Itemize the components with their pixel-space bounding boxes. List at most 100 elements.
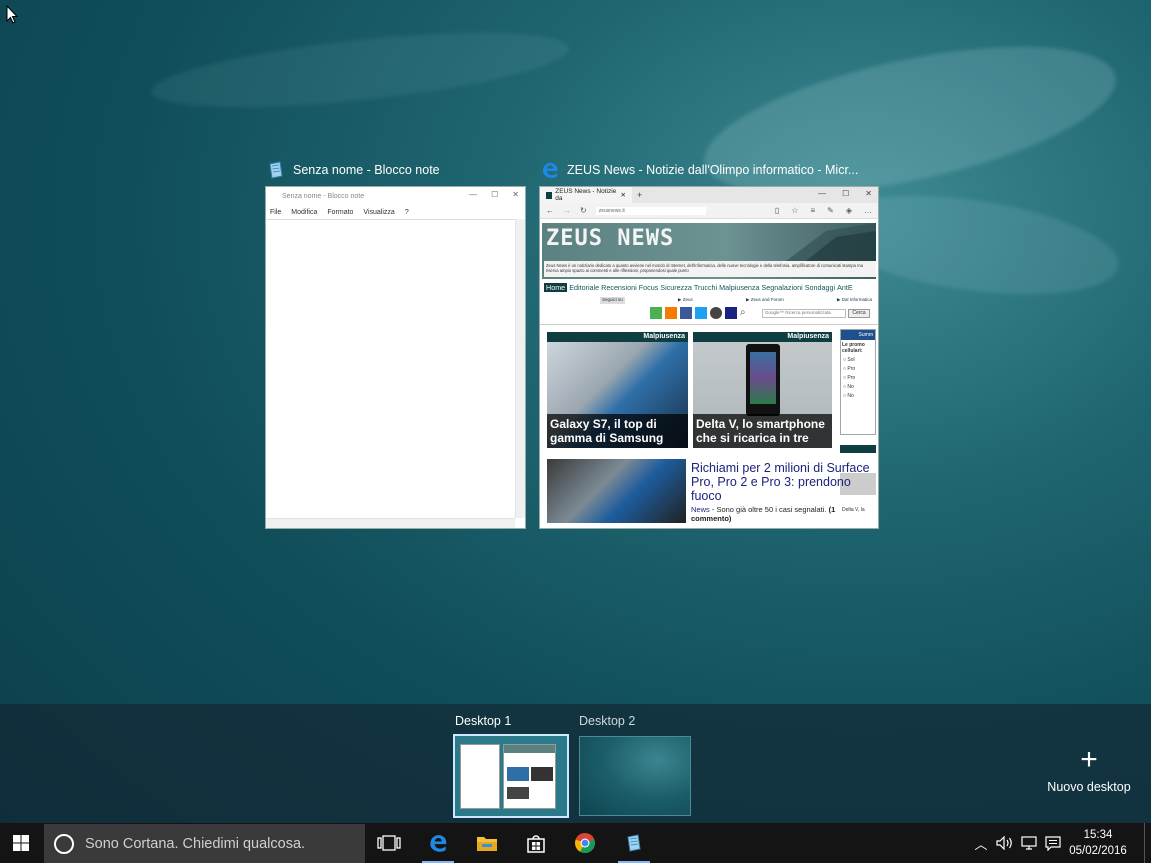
nav-item: Recensioni [601, 282, 637, 292]
wallpaper-wave [148, 18, 572, 122]
notepad-menubar: File Modifica Formato Visualizza ? [266, 205, 525, 219]
banner-column-image [786, 223, 876, 261]
cortana-icon [54, 833, 74, 854]
taskbar-edge[interactable] [414, 823, 462, 863]
poll-option: ○ No [843, 384, 854, 390]
maximize-icon: ☐ [491, 190, 499, 199]
volume-icon [996, 836, 1012, 850]
email-icon [650, 307, 662, 319]
start-button[interactable] [0, 823, 42, 863]
subnav-item: ▶ Zeus and Forum [746, 297, 784, 302]
search-icon: ⌕ [740, 307, 746, 318]
notepad-titlebar: Senza nome - Blocco note — ☐ ✕ [266, 187, 525, 205]
chat-icon [710, 307, 722, 319]
window-thumbnail-edge[interactable]: ZEUS News - Notizie da ✕ + — ☐ ✕ ← → ↻ z… [539, 186, 879, 529]
share-icon: ◈ [845, 206, 852, 215]
window-title-text: ZEUS News - Notizie dall'Olimpo informat… [567, 163, 859, 177]
desktop-2-thumbnail[interactable] [579, 736, 691, 816]
new-desktop-button[interactable]: + Nuovo desktop [1040, 743, 1138, 795]
twitter-icon [695, 307, 707, 319]
nav-item: AntE [837, 282, 853, 292]
window-title-notepad[interactable]: Senza nome - Blocco note [266, 160, 440, 180]
subnav-item: ▶ Zeus [678, 297, 693, 302]
taskbar-chrome[interactable] [561, 823, 609, 863]
window-title-edge[interactable]: ZEUS News - Notizie dall'Olimpo informat… [540, 160, 858, 180]
edge-icon [430, 835, 447, 852]
action-center-button[interactable] [1042, 823, 1064, 863]
clock-date: 05/02/2016 [1069, 845, 1127, 857]
forward-icon: → [563, 206, 571, 215]
poll-box: Summ Le promo cellulari: ○ Sol ○ Pro ○ P… [840, 329, 876, 435]
social-icons: ⌕ [650, 307, 752, 319]
poll-option: ○ Pro [843, 366, 856, 372]
taskbar-store[interactable] [512, 823, 560, 863]
minimize-icon: — [818, 189, 827, 198]
reading-view-icon: ▯ [774, 206, 780, 215]
web-note-icon: ✎ [827, 206, 834, 215]
menu-item: Visualizza [363, 208, 395, 216]
taskbar-file-explorer[interactable] [463, 823, 511, 863]
poll-option: ○ Pro [843, 375, 856, 381]
favorites-star-icon: ☆ [791, 206, 799, 215]
nav-item: Editoriale [569, 282, 600, 292]
article-summary: - Sono già oltre 50 i casi segnalati. [711, 505, 827, 514]
cortana-placeholder: Sono Cortana. Chiedimi qualcosa. [85, 835, 306, 852]
zeus-favicon-icon [546, 191, 553, 199]
browser-tab: ZEUS News - Notizie da ✕ [540, 187, 632, 203]
divider [540, 324, 878, 325]
poll-question: Le promo cellulari: [842, 342, 865, 354]
news-card: Malpiusenza Delta V, lo smartphone che s… [693, 332, 832, 448]
site-search-button: Cerca [848, 309, 870, 318]
windows-logo-icon [13, 835, 29, 851]
card-caption: Galaxy S7, il top di gamma di Samsung [547, 414, 688, 448]
task-view-button[interactable] [365, 823, 413, 863]
facebook-icon [680, 307, 692, 319]
nav-item: Sondaggi [804, 282, 836, 292]
clock-time: 15:34 [1083, 829, 1113, 841]
article-meta: News - Sono già oltre 50 i casi segnalat… [691, 505, 871, 523]
file-explorer-icon [477, 837, 497, 851]
article-category: News [691, 505, 710, 514]
web-page: ZEUS NEWS Zeus News è un notiziario dedi… [540, 221, 878, 528]
taskbar: Sono Cortana. Chiedimi qualcosa. ︿ 15:34… [0, 823, 1151, 863]
vertical-scrollbar [515, 219, 525, 518]
subnav-item: ▶ Dal Informatica [837, 297, 872, 302]
menu-item: ? [404, 208, 409, 216]
menu-item: Modifica [291, 208, 318, 216]
close-icon: ✕ [620, 192, 626, 199]
show-hidden-icons-button[interactable]: ︿ [970, 823, 992, 863]
site-search-input: Google™ Ricerca personalizzata [762, 309, 846, 318]
card-section: Malpiusenza [693, 332, 832, 342]
site-logo: ZEUS NEWS [546, 226, 675, 251]
menu-item: File [270, 208, 282, 216]
desktop-label: Desktop 2 [579, 714, 636, 728]
minimize-icon: — [469, 190, 478, 199]
notepad-icon [269, 161, 283, 179]
site-subnav: Seguici su ▶ Zeus ▶ Zeus and Forum ▶ Dal… [600, 297, 872, 304]
browser-tab-label: ZEUS News - Notizie da [555, 188, 617, 202]
card-caption: Delta V, lo smartphone che si ricarica i… [693, 414, 832, 448]
network-button[interactable] [1018, 823, 1040, 863]
volume-button[interactable] [994, 823, 1016, 863]
plus-icon: + [1080, 743, 1098, 776]
nav-item: Focus [638, 282, 659, 292]
action-center-icon [1045, 835, 1061, 851]
network-icon [1021, 836, 1037, 850]
nav-item: Sicurezza [660, 282, 692, 292]
download-icon [725, 307, 737, 319]
cortana-search-box[interactable]: Sono Cortana. Chiedimi qualcosa. [44, 824, 365, 863]
browser-toolbar: ← → ↻ zeusnews.it ▯ ☆ ≡ ✎ ◈ … [540, 203, 878, 219]
poll-options: ○ Sol ○ Pro ○ Pro ○ No ○ No [841, 356, 875, 401]
poll-header: Summ [841, 330, 875, 340]
chevron-up-icon: ︿ [974, 836, 988, 852]
desktop-1-thumbnail[interactable] [453, 734, 569, 818]
site-banner: ZEUS NEWS Zeus News è un notiziario dedi… [542, 223, 876, 279]
window-title-text: Senza nome - Blocco note [293, 163, 440, 177]
show-desktop-button[interactable] [1144, 823, 1145, 863]
taskbar-notepad[interactable] [610, 823, 658, 863]
window-thumbnail-notepad[interactable]: Senza nome - Blocco note — ☐ ✕ File Modi… [265, 186, 526, 529]
card-section: Malpiusenza [547, 332, 688, 342]
poll-option: ○ No [843, 393, 854, 399]
taskbar-clock[interactable]: 15:34 05/02/2016 [1068, 827, 1128, 859]
nav-item: Malpiusenza [719, 282, 760, 292]
